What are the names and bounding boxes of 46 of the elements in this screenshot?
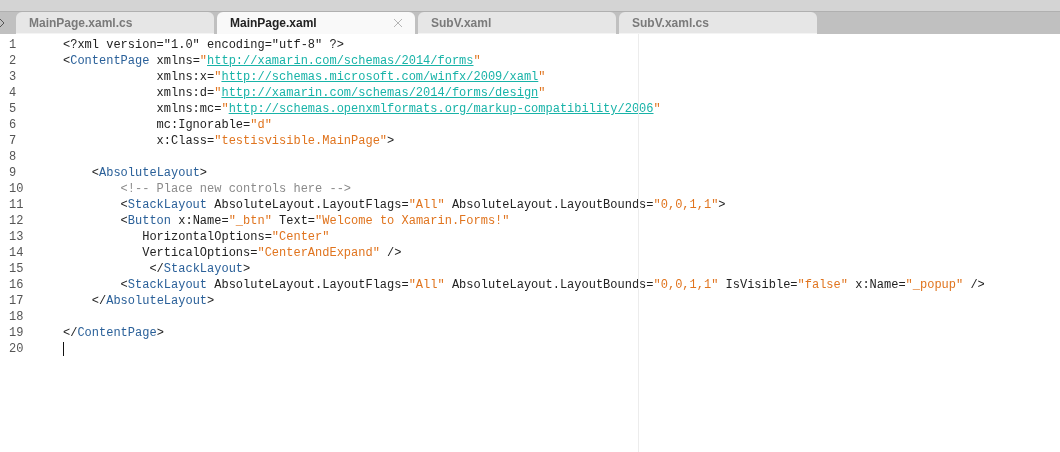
line-number: 2 — [8, 53, 18, 70]
url-link[interactable]: http://schemas.openxmlformats.org/markup-compatibility/2006 — [228, 102, 654, 116]
line-number: 14 — [8, 245, 25, 262]
url-link[interactable]: http://xamarin.com/schemas/2014/forms — [207, 54, 474, 68]
chevron-icon[interactable] — [0, 18, 5, 28]
url-link[interactable]: http://xamarin.com/schemas/2014/forms/design — [221, 86, 539, 100]
line-number: 3 — [8, 69, 18, 86]
line-number: 20 — [8, 341, 25, 358]
line-number: 8 — [8, 149, 18, 166]
url-link[interactable]: http://schemas.microsoft.com/winfx/2009/xaml — [221, 70, 539, 84]
code-line: <StackLayout AbsoluteLayout.LayoutFlags="All" AbsoluteLayout.LayoutBounds="0,0,1,1"> — [119, 197, 726, 214]
code-line: <?xml version="1.0" encoding="utf-8" ?> — [63, 37, 344, 54]
line-number: 16 — [8, 277, 25, 294]
line-number: 17 — [8, 293, 25, 310]
code-line: xmlns:mc="http://schemas.openxmlformats.org/markup-compatibility/2006" — [155, 101, 661, 118]
file-tab[interactable]: SubV.xaml — [418, 12, 616, 34]
code-line: xmlns:x="http://schemas.microsoft.com/winfx/2009/xaml" — [155, 69, 546, 86]
line-number: 1 — [8, 37, 18, 54]
line-number: 9 — [8, 165, 18, 182]
line-number: 6 — [8, 117, 18, 134]
code-line: </ContentPage> — [63, 325, 164, 342]
code-line: HorizontalOptions="Center" — [141, 229, 330, 246]
file-tab[interactable]: SubV.xaml.cs — [619, 12, 817, 34]
code-line: <ContentPage xmlns="http://xamarin.com/schemas/2014/forms" — [63, 53, 481, 70]
line-number: 12 — [8, 213, 25, 230]
line-number: 4 — [8, 85, 18, 102]
line-number: 10 — [8, 181, 25, 198]
code-line: <!-- Place new controls here --> — [119, 181, 352, 198]
line-number: 11 — [8, 197, 25, 214]
file-tab[interactable]: MainPage.xaml — [217, 12, 415, 34]
line-number: 19 — [8, 325, 25, 342]
line-number: 7 — [8, 133, 18, 150]
code-line: x:Class="testisvisible.MainPage"> — [155, 133, 395, 150]
line-number: 13 — [8, 229, 25, 246]
file-tab[interactable]: MainPage.xaml.cs — [16, 12, 214, 34]
line-number: 15 — [8, 261, 25, 278]
line-number: 5 — [8, 101, 18, 118]
code-line: </AbsoluteLayout> — [90, 293, 215, 310]
code-line: <AbsoluteLayout> — [90, 165, 208, 182]
code-line: mc:Ignorable="d" — [155, 117, 272, 134]
line-number: 18 — [8, 309, 25, 326]
code-line: <StackLayout AbsoluteLayout.LayoutFlags="All" AbsoluteLayout.LayoutBounds="0,0,1,1" IsVisible="false" x:Name="_popup" /> — [119, 277, 985, 294]
code-line: VerticalOptions="CenterAndExpand" /> — [141, 245, 402, 262]
code-line: </StackLayout> — [148, 261, 251, 278]
code-line: xmlns:d="http://xamarin.com/schemas/2014/forms/design" — [155, 85, 546, 102]
code-line: <Button x:Name="_btn" Text="Welcome to Xamarin.Forms!" — [119, 213, 510, 230]
